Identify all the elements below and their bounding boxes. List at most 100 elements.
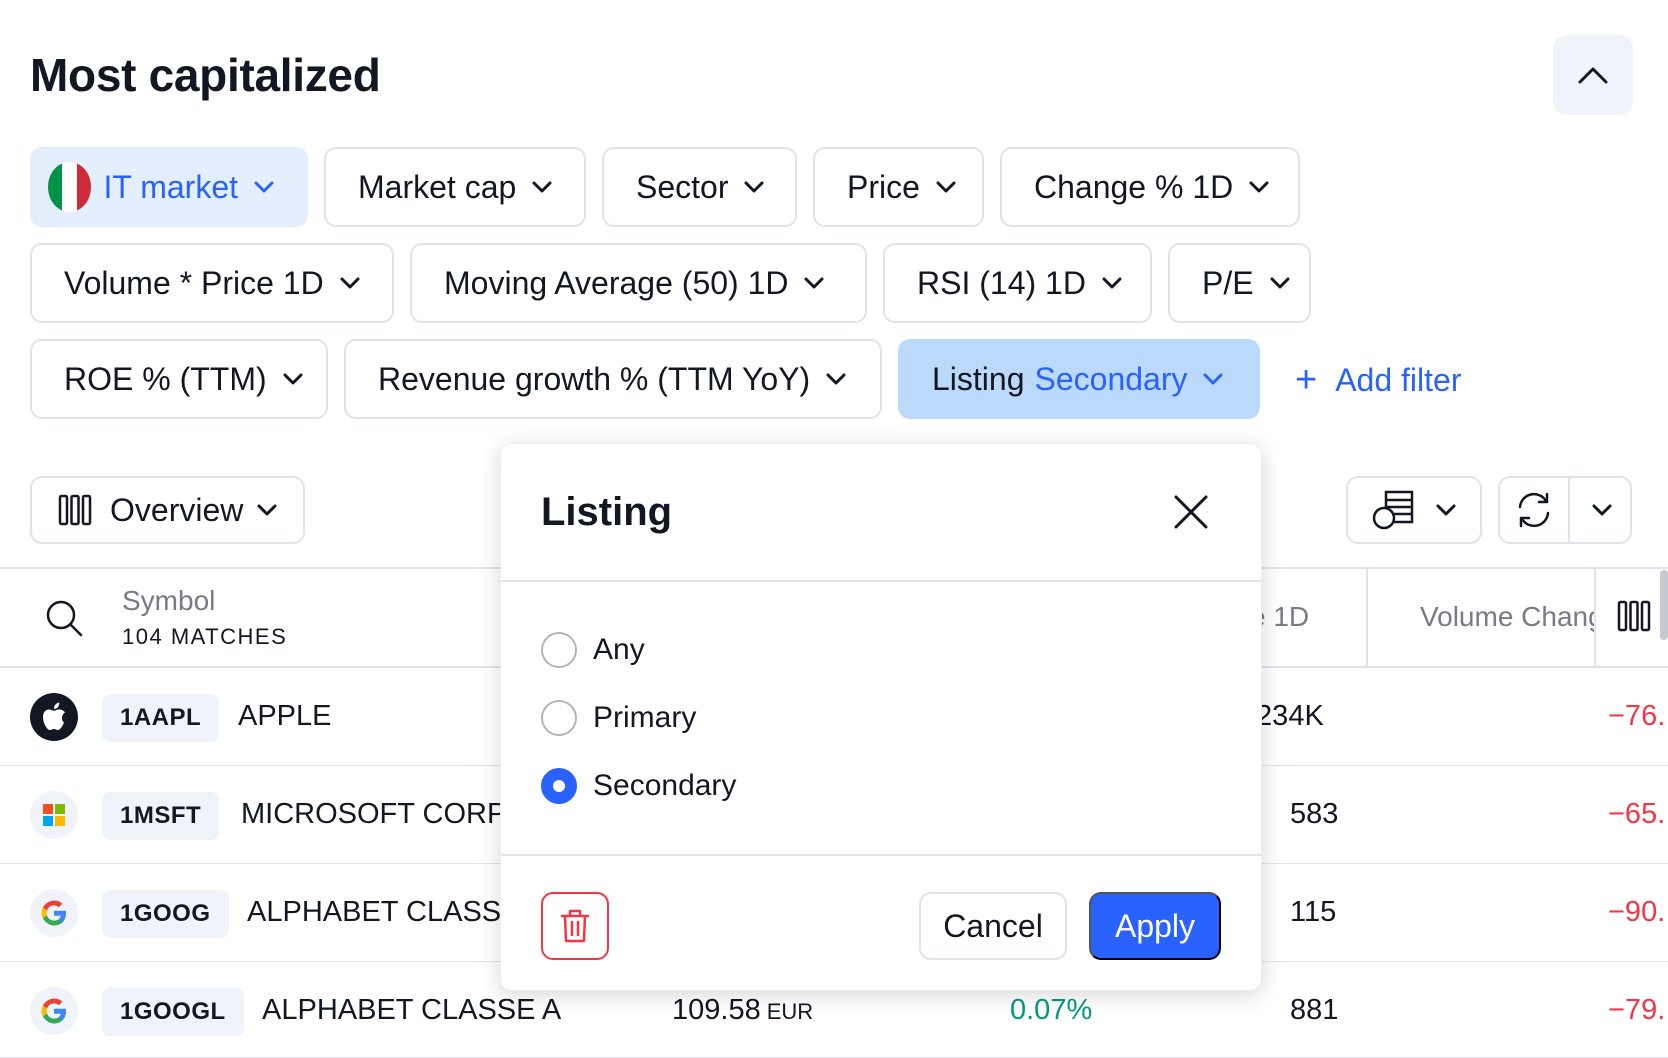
matches-count: 104 MATCHES xyxy=(122,624,288,649)
filter-moving-average-label: Moving Average (50) 1D xyxy=(444,264,789,301)
ticker-badge[interactable]: 1AAPL xyxy=(102,694,220,742)
chevron-down-icon xyxy=(283,373,303,385)
google-logo-icon xyxy=(30,987,78,1035)
filter-market-label: IT market xyxy=(103,168,238,205)
apply-button[interactable]: Apply xyxy=(1089,892,1221,960)
column-separator xyxy=(1366,569,1368,667)
filter-sector-label: Sector xyxy=(636,168,729,205)
radio-label: Primary xyxy=(593,701,697,734)
filter-roe[interactable]: ROE % (TTM) xyxy=(30,339,328,419)
volume-change-value: −76. xyxy=(1608,700,1666,732)
volume-change-value: −65. xyxy=(1608,798,1666,830)
change-value: 0.07% xyxy=(1010,994,1093,1026)
trash-icon xyxy=(560,909,590,943)
radio-button-selected[interactable] xyxy=(541,768,577,804)
filter-listing-value: Secondary xyxy=(1034,360,1188,397)
close-icon[interactable] xyxy=(1173,494,1209,535)
overview-dropdown[interactable]: Overview xyxy=(30,476,305,544)
chevron-down-icon xyxy=(257,504,277,516)
chevron-up-icon xyxy=(1578,67,1608,84)
volume-value: 881 xyxy=(1290,994,1339,1026)
filter-price-label: Price xyxy=(847,168,920,205)
filter-revenue-growth-label: Revenue growth % (TTM YoY) xyxy=(378,360,811,397)
filter-moving-average[interactable]: Moving Average (50) 1D xyxy=(410,243,867,323)
filter-sector[interactable]: Sector xyxy=(602,147,797,227)
ticker-badge[interactable]: 1GOOGL xyxy=(102,988,244,1036)
filter-volume-price-label: Volume * Price 1D xyxy=(64,264,324,301)
volume-value: 583 xyxy=(1290,798,1339,830)
microsoft-logo-icon xyxy=(30,791,78,839)
chevron-down-icon xyxy=(1102,277,1122,289)
chevron-down-icon xyxy=(254,181,274,193)
add-filter-button[interactable]: + Add filter xyxy=(1295,358,1461,402)
modal-footer-divider xyxy=(501,854,1261,856)
filter-revenue-growth[interactable]: Revenue growth % (TTM YoY) xyxy=(344,339,882,419)
column-header-symbol[interactable]: Symbol xyxy=(122,585,215,617)
table-settings-button[interactable] xyxy=(1346,476,1482,544)
filter-rsi-label: RSI (14) 1D xyxy=(917,264,1086,301)
company-name: APPLE xyxy=(238,700,332,732)
filter-market-cap[interactable]: Market cap xyxy=(324,147,586,227)
filter-change[interactable]: Change % 1D xyxy=(1000,147,1300,227)
chevron-down-icon xyxy=(826,373,846,385)
radio-button[interactable] xyxy=(541,700,577,736)
volume-change-value: −79. xyxy=(1608,994,1666,1026)
refresh-button[interactable] xyxy=(1498,476,1632,544)
chevron-down-icon xyxy=(1270,277,1290,289)
modal-header-divider xyxy=(501,580,1261,582)
column-header-volume-change[interactable]: Volume Chang xyxy=(1420,601,1595,633)
cancel-button[interactable]: Cancel xyxy=(919,892,1067,960)
italy-flag-icon xyxy=(48,162,92,212)
company-name: ALPHABET CLASSE A xyxy=(262,994,562,1026)
chevron-down-icon xyxy=(1203,373,1223,385)
listing-filter-modal: Listing Any Primary Secondary Cancel App… xyxy=(500,443,1262,991)
chevron-down-icon xyxy=(340,277,360,289)
radio-option-primary[interactable]: Primary xyxy=(541,700,696,736)
page-title: Most capitalized xyxy=(30,49,381,101)
filter-pe-label: P/E xyxy=(1202,264,1254,301)
radio-label: Secondary xyxy=(593,769,737,802)
add-filter-label: Add filter xyxy=(1335,361,1462,398)
ticker-badge[interactable]: 1GOOG xyxy=(102,890,229,938)
chevron-down-icon xyxy=(936,181,956,193)
volume-value: 115 xyxy=(1290,896,1337,928)
chevron-down-icon xyxy=(744,181,764,193)
filter-market[interactable]: IT market xyxy=(30,147,308,227)
filter-price[interactable]: Price xyxy=(813,147,984,227)
refresh-divider xyxy=(1568,476,1570,544)
table-settings-icon xyxy=(1372,490,1414,530)
filter-pe[interactable]: P/E xyxy=(1168,243,1311,323)
google-logo-icon xyxy=(30,889,78,937)
chevron-down-icon xyxy=(1436,504,1456,516)
column-settings-icon[interactable] xyxy=(1617,600,1651,637)
price-number: 109.58 xyxy=(672,994,761,1026)
filter-listing[interactable]: Listing Secondary xyxy=(898,339,1260,419)
filter-listing-label: Listing xyxy=(932,360,1025,397)
plus-icon: + xyxy=(1295,359,1318,401)
radio-label: Any xyxy=(593,633,645,666)
radio-option-secondary[interactable]: Secondary xyxy=(541,768,736,804)
modal-title: Listing xyxy=(541,490,673,534)
filter-rsi[interactable]: RSI (14) 1D xyxy=(883,243,1152,323)
filter-change-label: Change % 1D xyxy=(1034,168,1234,205)
company-name: MICROSOFT CORP xyxy=(241,798,507,830)
filter-roe-label: ROE % (TTM) xyxy=(64,360,267,397)
price-currency: EUR xyxy=(766,999,814,1024)
ticker-badge[interactable]: 1MSFT xyxy=(102,792,220,840)
company-name: ALPHABET CLASSE xyxy=(247,896,521,928)
delete-filter-button[interactable] xyxy=(541,892,609,960)
chevron-down-icon xyxy=(1249,181,1269,193)
collapse-button[interactable] xyxy=(1553,35,1633,115)
filter-market-cap-label: Market cap xyxy=(358,168,517,205)
column-separator xyxy=(1594,569,1596,667)
chevron-down-icon xyxy=(1592,504,1612,516)
chevron-down-icon xyxy=(532,181,552,193)
table-scrollbar[interactable] xyxy=(1660,570,1668,640)
radio-option-any[interactable]: Any xyxy=(541,632,645,668)
filter-volume-price[interactable]: Volume * Price 1D xyxy=(30,243,394,323)
radio-button[interactable] xyxy=(541,632,577,668)
search-icon[interactable] xyxy=(44,598,84,643)
volume-change-value: −90. xyxy=(1608,896,1666,928)
price-value: 109.58 EUR xyxy=(672,994,813,1027)
columns-icon xyxy=(58,494,92,526)
